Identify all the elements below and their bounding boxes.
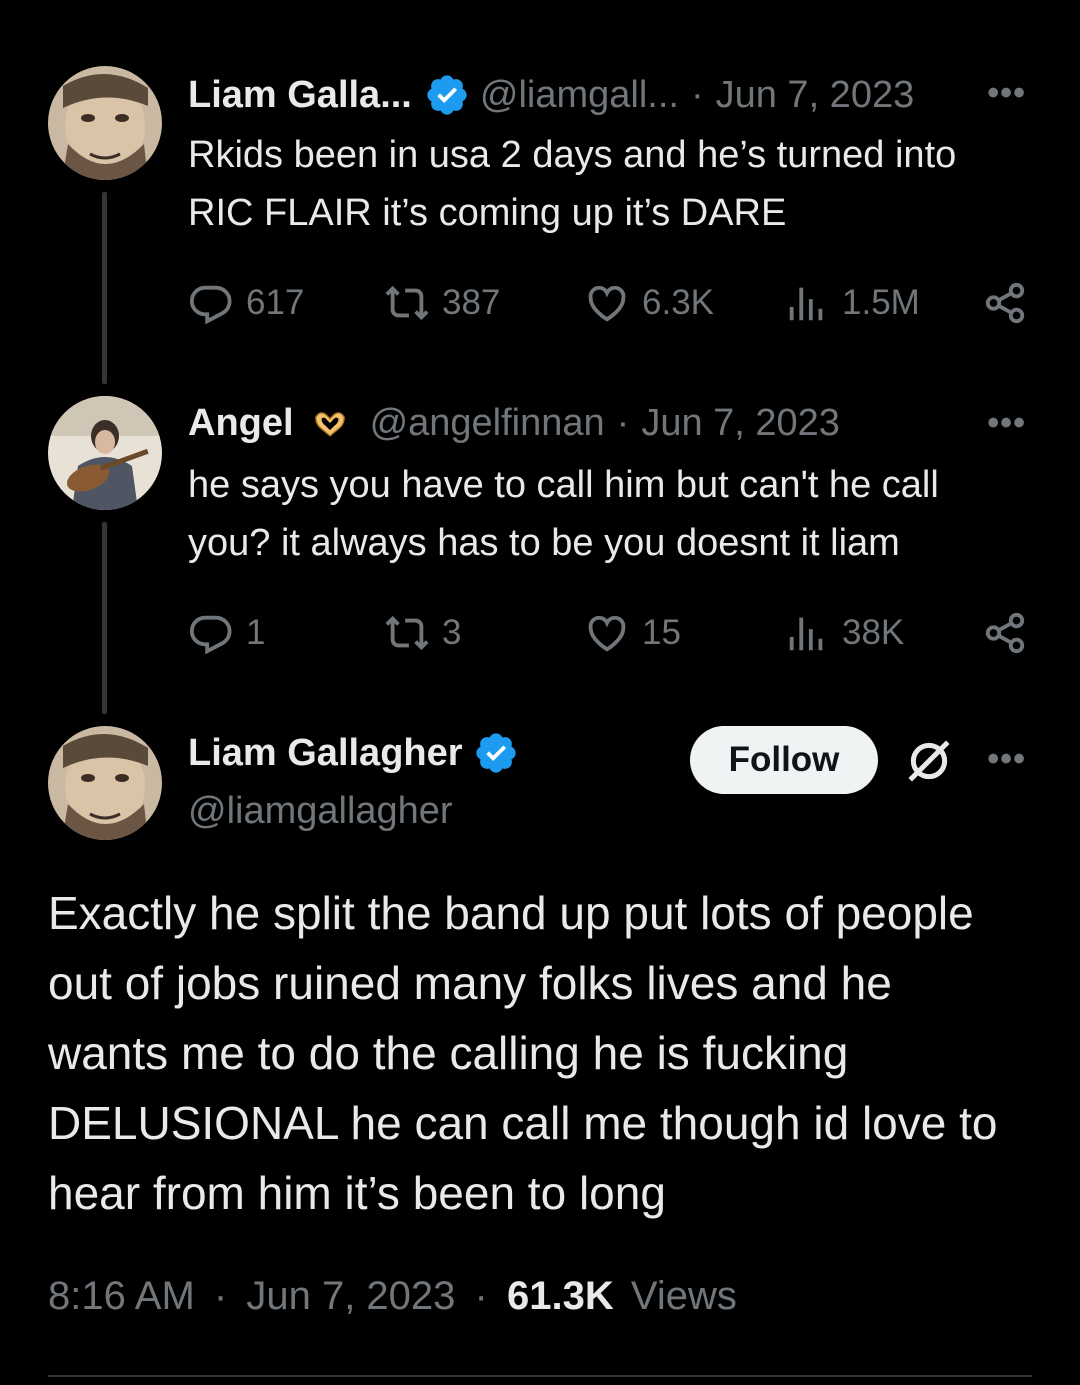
thread-line [102, 522, 107, 714]
tweet1-date[interactable]: Jun 7, 2023 [716, 74, 915, 117]
grok-icon[interactable] [904, 736, 954, 786]
repost-icon [385, 615, 429, 651]
meta-separator: · [213, 1274, 228, 1318]
tweet2-reply-count: 1 [246, 613, 266, 652]
follow-button[interactable]: Follow [690, 726, 878, 794]
tweet2-reply-button[interactable]: 1 [188, 610, 265, 656]
tweet1-repost-button[interactable]: 387 [384, 280, 500, 326]
tweet2-text-line: you? it always has to be you doesnt it l… [188, 522, 900, 564]
tweet1-author-name[interactable]: Liam Galla... [188, 74, 412, 117]
main-text-line: out of jobs ruined many folks lives and … [48, 957, 892, 1009]
main-author-name[interactable]: Liam Gallagher [188, 732, 463, 775]
tweet1-more-button[interactable]: ••• [987, 74, 1026, 113]
main-text-line: hear from him it’s been to long [48, 1167, 666, 1219]
tweet1-actions: 617 387 6.3K 1.5M [188, 280, 1038, 328]
tweet2-header: Angel @angelfinnan · Jun 7, 2023 [188, 400, 840, 446]
share-icon [985, 282, 1025, 324]
tweet2-like-button[interactable]: 15 [584, 610, 681, 656]
thread-line [102, 192, 107, 384]
like-icon [588, 615, 626, 652]
tweet1-views-button[interactable]: 1.5M [784, 280, 920, 326]
main-text-line: wants me to do the calling he is fucking [48, 1027, 849, 1079]
tweet2-handle[interactable]: @angelfinnan [370, 402, 605, 445]
tweet2-repost-button[interactable]: 3 [384, 610, 461, 656]
tweet2-text: he says you have to call him but can't h… [188, 456, 1048, 572]
main-tweet-text: Exactly he split the band up put lots of… [48, 878, 1038, 1228]
tweet2-more-button[interactable]: ••• [987, 404, 1026, 443]
views-icon [789, 287, 823, 321]
divider [48, 1375, 1032, 1377]
avatar-angel[interactable] [48, 396, 162, 510]
tweet1-header: Liam Galla... @liamgall... · Jun 7, 2023 [188, 72, 914, 118]
tweet2-date[interactable]: Jun 7, 2023 [641, 402, 840, 445]
reply-icon [189, 615, 232, 655]
tweet1-share-button[interactable] [982, 280, 1040, 326]
tweet1-repost-count: 387 [442, 283, 501, 322]
repost-icon [385, 285, 429, 321]
tweet1-like-button[interactable]: 6.3K [584, 280, 714, 326]
tweet2-actions: 1 3 15 38K [188, 610, 1038, 658]
main-date[interactable]: Jun 7, 2023 [246, 1274, 455, 1318]
main-author-row: Liam Gallagher [188, 730, 529, 776]
tweet2-repost-count: 3 [442, 613, 462, 652]
tweet1-text: Rkids been in usa 2 days and he’s turned… [188, 126, 1048, 242]
tweet2-like-count: 15 [642, 613, 681, 652]
verified-badge-icon [427, 75, 467, 115]
verified-badge-icon [475, 733, 516, 773]
like-icon [588, 285, 626, 322]
main-more-button[interactable]: ••• [987, 740, 1026, 779]
main-author-handle[interactable]: @liamgallagher [188, 790, 453, 833]
main-text-line: Exactly he split the band up put lots of… [48, 887, 974, 939]
tweet2-views-button[interactable]: 38K [784, 610, 904, 656]
main-text-line: DELUSIONAL he can call me though id love… [48, 1097, 998, 1149]
main-handle-row: @liamgallagher [188, 788, 453, 834]
tweet1-separator: · [690, 73, 704, 116]
views-icon [789, 617, 823, 651]
main-time[interactable]: 8:16 AM [48, 1274, 195, 1318]
main-tweet-meta: 8:16 AM · Jun 7, 2023 · 61.3K Views [48, 1274, 737, 1319]
tweet1-reply-count: 617 [246, 283, 305, 322]
main-views-count: 61.3K [506, 1274, 614, 1318]
tweet1-text-line: RIC FLAIR it’s coming up it’s DARE [188, 192, 787, 234]
reply-icon [189, 285, 232, 325]
tweet2-author-name[interactable]: Angel [188, 402, 294, 445]
main-views-label: Views [630, 1274, 737, 1318]
tweet2-separator: · [616, 401, 630, 444]
tweet2-views-count: 38K [842, 613, 905, 652]
tweet2-text-line: he says you have to call him but can't h… [188, 464, 939, 506]
tweet1-text-line: Rkids been in usa 2 days and he’s turned… [188, 134, 957, 176]
avatar-liam[interactable] [48, 66, 162, 180]
tweet1-like-count: 6.3K [642, 283, 714, 322]
heart-hands-emoji-icon [314, 412, 345, 437]
tweet2-share-button[interactable] [982, 610, 1040, 656]
share-icon [985, 612, 1025, 654]
meta-separator: · [474, 1274, 488, 1318]
avatar-liam-main[interactable] [48, 726, 162, 840]
tweet1-handle[interactable]: @liamgall... [480, 74, 679, 117]
tweet1-reply-button[interactable]: 617 [188, 280, 304, 326]
tweet1-views-count: 1.5M [842, 283, 920, 322]
